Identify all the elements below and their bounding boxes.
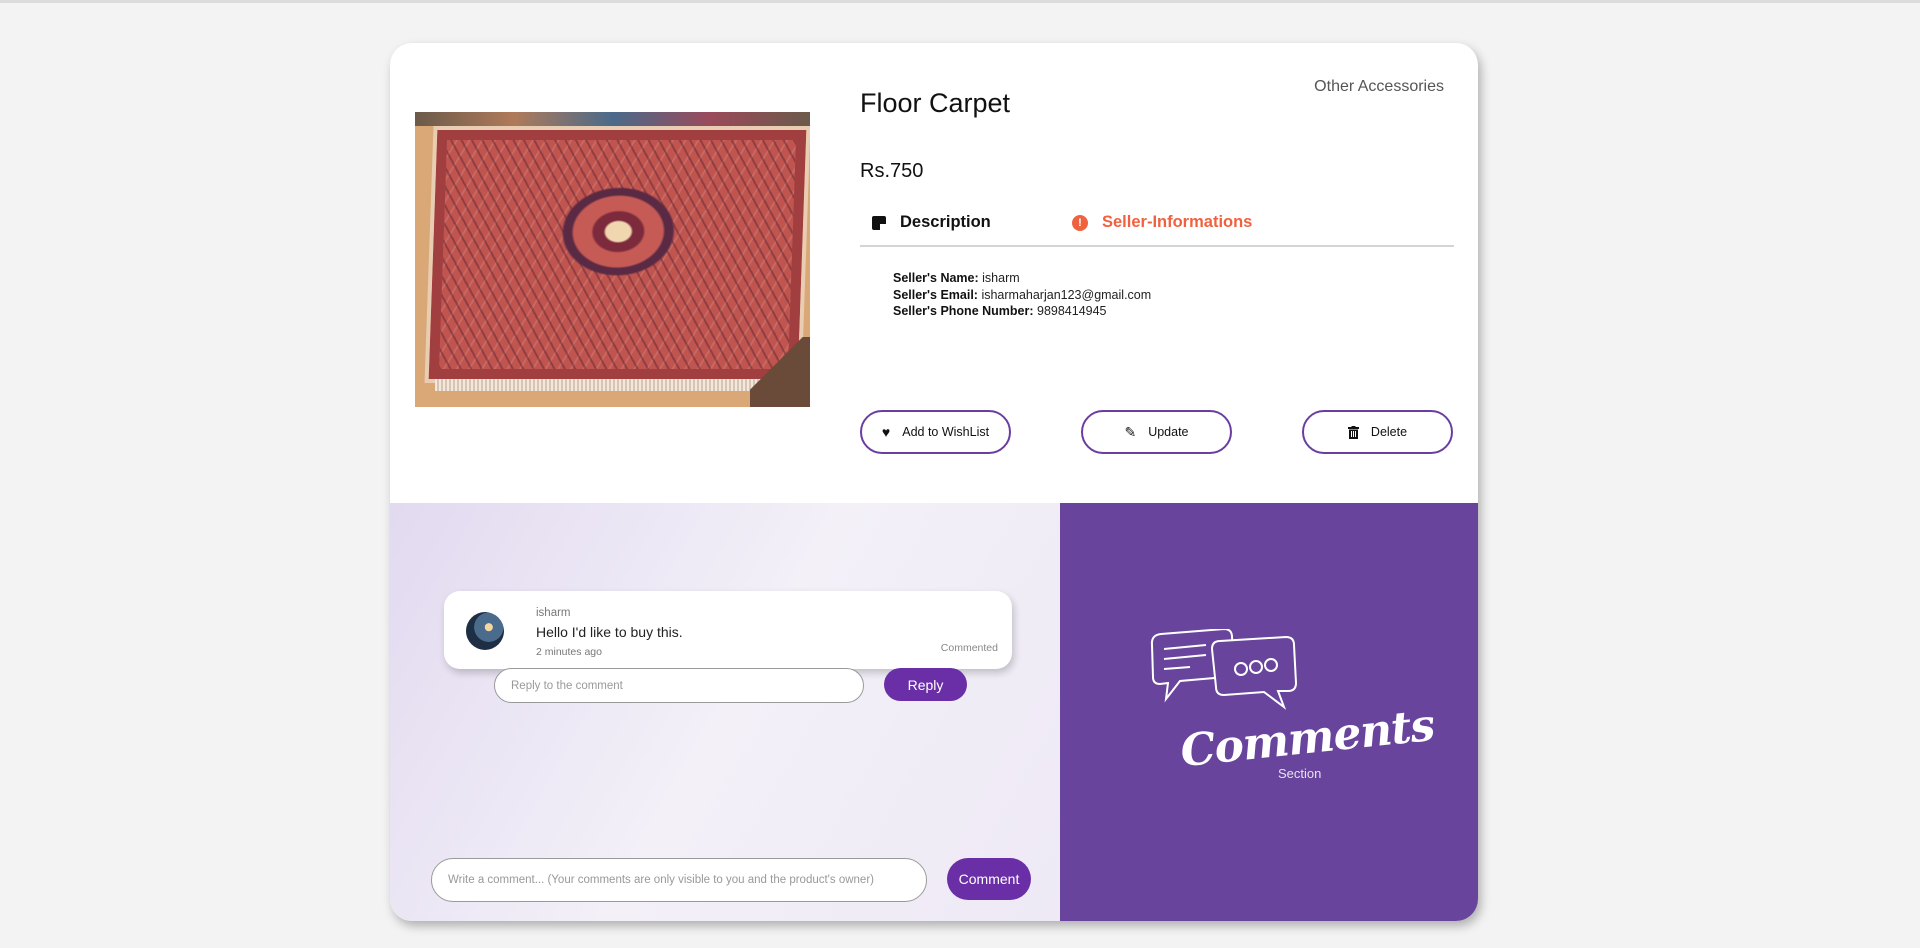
add-to-wishlist-button[interactable]: ♥ Add to WishList — [860, 410, 1011, 454]
top-border — [0, 0, 1920, 3]
comment-text: Hello I'd like to buy this. — [536, 624, 683, 640]
comments-area: isharm Hello I'd like to buy this. 2 min… — [390, 503, 1060, 921]
seller-name-row: Seller's Name: isharm — [893, 270, 1151, 287]
update-button[interactable]: ✎ Update — [1081, 410, 1232, 454]
reply-input[interactable] — [494, 668, 864, 703]
seller-info: Seller's Name: isharm Seller's Email: is… — [893, 270, 1151, 320]
info-icon: ! — [1072, 214, 1088, 231]
wishlist-label: Add to WishList — [902, 425, 990, 439]
delete-label: Delete — [1370, 425, 1408, 439]
product-price: Rs.750 — [860, 160, 924, 182]
edit-icon: ✎ — [1124, 424, 1137, 440]
product-card: Other Accessories Floor Carpet Rs.750 De… — [390, 43, 1478, 921]
seller-name: isharm — [978, 271, 1020, 285]
seller-phone: 9898414945 — [1033, 304, 1107, 318]
seller-email: isharmaharjan123@gmail.com — [977, 287, 1152, 302]
product-actions: ♥ Add to WishList ✎ Update Delete — [860, 410, 1454, 454]
seller-name-label: Seller's Name: — [893, 271, 979, 285]
note-icon — [872, 215, 886, 230]
comment-input[interactable] — [431, 858, 927, 902]
seller-phone-row: Seller's Phone Number: 9898414945 — [893, 303, 1151, 320]
comment-time: 2 minutes ago — [536, 646, 602, 658]
tab-seller-informations[interactable]: ! Seller-Informations — [1072, 213, 1252, 232]
trash-icon — [1347, 425, 1359, 439]
product-image — [415, 112, 810, 407]
heart-icon: ♥ — [881, 424, 891, 440]
product-title: Floor Carpet — [860, 88, 1011, 118]
seller-email-label: Seller's Email: — [893, 287, 978, 302]
comments-section-subtitle: Section — [1278, 766, 1322, 781]
tab-seller-label: Seller-Informations — [1102, 213, 1253, 231]
comment-status: Commented — [940, 642, 998, 654]
reply-button[interactable]: Reply — [884, 668, 967, 701]
seller-phone-label: Seller's Phone Number: — [893, 304, 1034, 318]
product-category: Other Accessories — [1314, 78, 1444, 95]
comment-submit-button[interactable]: Comment — [947, 858, 1031, 900]
comments-side-panel: Comments Section — [1060, 503, 1478, 921]
update-label: Update — [1148, 425, 1189, 439]
tab-description-label: Description — [900, 213, 991, 231]
info-tabs: Description ! Seller-Informations — [860, 203, 1454, 247]
delete-button[interactable]: Delete — [1302, 410, 1453, 454]
comment-author: isharm — [536, 607, 571, 619]
avatar — [466, 612, 504, 650]
chat-bubbles-icon — [1150, 629, 1298, 710]
tab-description[interactable]: Description — [872, 213, 991, 232]
comment-item: isharm Hello I'd like to buy this. 2 min… — [444, 591, 1012, 669]
seller-email-row: Seller's Email: isharmaharjan123@gmail.c… — [893, 287, 1151, 304]
